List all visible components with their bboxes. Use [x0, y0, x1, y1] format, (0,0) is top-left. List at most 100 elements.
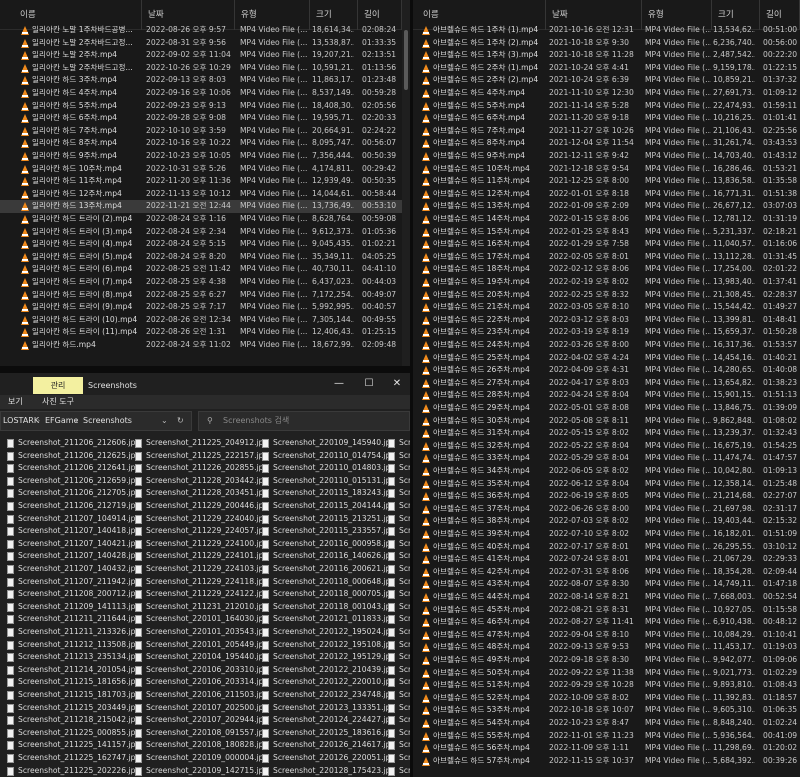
menu-view[interactable]: 보기 [8, 395, 23, 409]
screenshot-file[interactable]: Scr [399, 613, 410, 626]
screenshot-file[interactable]: Scr [399, 525, 410, 538]
breadcrumb-screenshots[interactable]: Screenshots [83, 412, 132, 430]
screenshot-file[interactable]: Screenshot_220110_015131.jpg [273, 475, 395, 488]
file-row[interactable]: 아브렐슈드 하드 15주차.mp4 2022-01-25 오후 8:43 MP4 V… [413, 226, 800, 239]
screenshot-file[interactable]: Scr [399, 727, 410, 740]
screenshot-file[interactable]: Scr [399, 689, 410, 702]
screenshot-file[interactable]: Screenshot_220124_224427.jpg [273, 714, 395, 727]
screenshot-file[interactable]: Scr [399, 651, 410, 664]
file-row[interactable]: 일리아칸 하드.mp4 2022-08-24 오후 11:02 MP4 Video … [0, 339, 410, 352]
screenshot-file[interactable]: Screenshot_220101_203543.jpg [146, 626, 266, 639]
screenshot-file[interactable]: Scr [399, 664, 410, 677]
screenshot-file[interactable]: Screenshot_211229_200446.jpg [146, 500, 266, 513]
screenshot-file[interactable]: Screenshot_211229_224101.jpg [146, 550, 266, 563]
file-row[interactable]: 일리아칸 하드 트라이 (9).mp4 2022-08-25 오후 7:17 MP4… [0, 301, 410, 314]
screenshot-file[interactable]: Screenshot_211213_235134.jpg [18, 651, 138, 664]
file-row[interactable]: 일리아칸 하드 트라이 (5).mp4 2022-08-24 오후 8:20 MP4… [0, 251, 410, 264]
screenshot-file[interactable]: Screenshot_220116_140626.jpg [273, 550, 395, 563]
screenshot-file[interactable]: Screenshot_211207_140428.jpg [18, 550, 138, 563]
file-row[interactable]: 아브렐슈드 하드 33주차.mp4 2022-05-29 오후 8:04 MP4 V… [413, 452, 800, 465]
screenshot-file[interactable]: Screenshot_211207_104914.jpg [18, 513, 138, 526]
file-row[interactable]: 아브렐슈드 하드 55주차.mp4 2022-11-01 오후 11:23 MP4 … [413, 730, 800, 743]
file-row[interactable]: 아브렐슈드 하드 10주차.mp4 2021-12-18 오후 9:54 MP4 V… [413, 163, 800, 176]
screenshot-file[interactable]: Screenshot_211212_113508.jpg [18, 639, 138, 652]
file-row[interactable]: 아브렐슈드 하드 37주차.mp4 2022-06-26 오후 8:00 MP4 V… [413, 503, 800, 516]
file-row[interactable]: 일리아칸 하드 트라이 (4).mp4 2022-08-24 오후 5:15 MP4… [0, 238, 410, 251]
screenshot-file[interactable]: Scr [399, 538, 410, 551]
file-row[interactable]: 아브렐슈드 하드 4주차.mp4 2021-11-10 오후 12:30 MP4 V… [413, 87, 800, 100]
screenshot-file[interactable]: Scr [399, 462, 410, 475]
file-row[interactable]: 아브렐슈드 하드 7주차.mp4 2021-11-27 오후 10:26 MP4 V… [413, 125, 800, 138]
file-row[interactable]: 일리아칸 하드 트라이 (8).mp4 2022-08-25 오후 6:27 MP4… [0, 289, 410, 302]
file-row[interactable]: 아브렐슈드 하드 2주차 (1).mp4 2021-10-24 오후 4:41 MP… [413, 62, 800, 75]
screenshot-file[interactable]: Screenshot_211215_203449.jpg [18, 702, 138, 715]
screenshot-file[interactable]: Screenshot_211211_211644.jpg [18, 613, 138, 626]
screenshot-file[interactable]: Screenshot_220126_214617.jpg [273, 739, 395, 752]
file-row[interactable]: 아브렐슈드 하드 16주차.mp4 2022-01-29 오후 7:58 MP4 V… [413, 238, 800, 251]
file-row[interactable]: 아브렐슈드 하드 28주차.mp4 2022-04-24 오후 8:04 MP4 V… [413, 389, 800, 402]
file-row[interactable]: 일리아칸 노말 2주차.mp4 2022-09-02 오후 11:04 MP4 Vi… [0, 49, 410, 62]
maximize-button[interactable]: ☐ [354, 375, 384, 393]
screenshot-file[interactable]: Screenshot_211214_201054.jpg [18, 664, 138, 677]
file-row[interactable]: 아브렐슈드 하드 44주차.mp4 2022-08-14 오후 8:21 MP4 V… [413, 591, 800, 604]
screenshot-file[interactable]: Screenshot_220122_195108.jpg [273, 639, 395, 652]
file-row[interactable]: 일리아칸 하드 10주차.mp4 2022-10-31 오후 5:26 MP4 Vi… [0, 163, 410, 176]
file-row[interactable]: 일리아칸 하드 9주차.mp4 2022-10-23 오후 10:05 MP4 Vi… [0, 150, 410, 163]
screenshot-file[interactable]: Scr [399, 487, 410, 500]
menu-picture-tools[interactable]: 사진 도구 [42, 395, 74, 409]
screenshot-file[interactable]: Screenshot_211206_212705.jpg [18, 487, 138, 500]
screenshot-file[interactable]: Screenshot_220118_000705.jpg [273, 588, 395, 601]
screenshot-file[interactable]: Scr [399, 437, 410, 450]
screenshot-file[interactable]: Screenshot_211215_181703.jpg [18, 689, 138, 702]
file-row[interactable]: 아브렐슈드 하드 56주차.mp4 2022-11-09 오후 1:11 MP4 V… [413, 742, 800, 755]
screenshot-file[interactable]: Screenshot_220122_210439.jpg [273, 664, 395, 677]
file-row[interactable]: 아브렐슈드 하드 1주차 (3).mp4 2021-10-18 오후 11:28 M… [413, 49, 800, 62]
file-row[interactable]: 아브렐슈드 하드 54주차.mp4 2022-10-23 오후 8:47 MP4 V… [413, 717, 800, 730]
file-row[interactable]: 아브렐슈드 하드 2주차 (2).mp4 2021-10-24 오후 6:39 MP… [413, 74, 800, 87]
screenshot-file[interactable]: Screenshot_211225_162747.jpg [18, 752, 138, 765]
file-row[interactable]: 일리아칸 하드 트라이 (6).mp4 2022-08-25 오전 11:42 MP… [0, 263, 410, 276]
chevron-down-icon[interactable]: ⌄ [161, 412, 168, 430]
file-row[interactable]: 아브렐슈드 하드 23주차.mp4 2022-03-19 오후 8:19 MP4 V… [413, 326, 800, 339]
screenshot-file[interactable]: Screenshot_211225_204912.jpg [146, 437, 266, 450]
screenshot-file[interactable]: Screenshot_211207_140432.jpg [18, 563, 138, 576]
screenshot-file[interactable]: Screenshot_220122_220010.jpg [273, 676, 395, 689]
screenshot-file[interactable]: Screenshot_211208_200712.jpg [18, 588, 138, 601]
file-row[interactable]: 아브렐슈드 하드 46주차.mp4 2022-08-27 오후 11:41 MP4 … [413, 616, 800, 629]
file-row[interactable]: 아브렐슈드 하드 11주차.mp4 2021-12-25 오후 8:00 MP4 V… [413, 175, 800, 188]
file-row[interactable]: 아브렐슈드 하드 38주차.mp4 2022-07-03 오후 8:02 MP4 V… [413, 515, 800, 528]
screenshot-file[interactable]: Screenshot_211231_212010.jpg [146, 601, 266, 614]
screenshot-file[interactable]: Scr [399, 576, 410, 589]
file-row[interactable]: 일리아칸 하드 11주차.mp4 2022-11-20 오후 11:36 MP4 V… [0, 175, 410, 188]
file-row[interactable]: 아브렐슈드 하드 12주차.mp4 2022-01-01 오후 8:18 MP4 V… [413, 188, 800, 201]
file-row[interactable]: 아브렐슈드 하드 29주차.mp4 2022-05-01 오후 8:08 MP4 V… [413, 402, 800, 415]
screenshot-file[interactable]: Scr [399, 676, 410, 689]
file-row[interactable]: 아브렐슈드 하드 20주차.mp4 2022-02-25 오후 8:32 MP4 V… [413, 289, 800, 302]
file-row[interactable]: 아브렐슈드 하드 5주차.mp4 2021-11-14 오후 5:28 MP4 Vi… [413, 100, 800, 113]
file-row[interactable]: 아브렐슈드 하드 8주차.mp4 2021-12-04 오후 11:54 MP4 V… [413, 137, 800, 150]
file-row[interactable]: 아브렐슈드 하드 22주차.mp4 2022-03-12 오후 8:03 MP4 V… [413, 314, 800, 327]
screenshot-file[interactable]: Screenshot_220109_142715.jpg [146, 765, 266, 777]
screenshot-file[interactable]: Screenshot_220118_000648.jpg [273, 576, 395, 589]
file-row[interactable]: 아브렐슈드 하드 1주차 (1).mp4 2021-10-16 오전 12:31 M… [413, 24, 800, 37]
screenshot-file[interactable]: Screenshot_211209_141113.jpg [18, 601, 138, 614]
screenshot-file[interactable]: Screenshot_211229_224122.jpg [146, 588, 266, 601]
file-row[interactable]: 일리아칸 노말 1주차바드공병... 2022-08-26 오후 9:57 MP4 … [0, 24, 410, 37]
file-row[interactable]: 일리아칸 하드 트라이 (7).mp4 2022-08-25 오후 4:38 MP4… [0, 276, 410, 289]
file-row[interactable]: 아브렐슈드 하드 53주차.mp4 2022-10-18 오후 10:07 MP4 … [413, 704, 800, 717]
file-row[interactable]: 아브렐슈드 하드 34주차.mp4 2022-06-05 오후 8:02 MP4 V… [413, 465, 800, 478]
file-row[interactable]: 일리아칸 하드 트라이 (11).mp4 2022-08-26 오전 1:31 MP… [0, 326, 410, 339]
file-row[interactable]: 일리아칸 하드 5주차.mp4 2022-09-23 오후 9:13 MP4 Vid… [0, 100, 410, 113]
file-row[interactable]: 아브렐슈드 하드 24주차.mp4 2022-03-26 오후 8:00 MP4 V… [413, 339, 800, 352]
breadcrumb-efgame[interactable]: EFGame [45, 412, 78, 430]
screenshot-file[interactable]: Screenshot_220108_180828.jpg [146, 739, 266, 752]
file-row[interactable]: 아브렐슈드 하드 31주차.mp4 2022-05-15 오후 8:02 MP4 V… [413, 427, 800, 440]
file-row[interactable]: 아브렐슈드 하드 50주차.mp4 2022-09-22 오후 11:38 MP4 … [413, 667, 800, 680]
minimize-button[interactable]: — [324, 375, 354, 393]
screenshot-file[interactable]: Scr [399, 588, 410, 601]
screenshot-file[interactable]: Screenshot_211206_212625.jpg [18, 450, 138, 463]
screenshot-file[interactable]: Screenshot_211226_202855.jpg [146, 462, 266, 475]
screenshot-file[interactable]: Scr [399, 752, 410, 765]
file-row[interactable]: 아브렐슈드 하드 21주차.mp4 2022-03-05 오후 8:10 MP4 V… [413, 301, 800, 314]
screenshot-file[interactable]: Screenshot_211215_181656.jpg [18, 676, 138, 689]
